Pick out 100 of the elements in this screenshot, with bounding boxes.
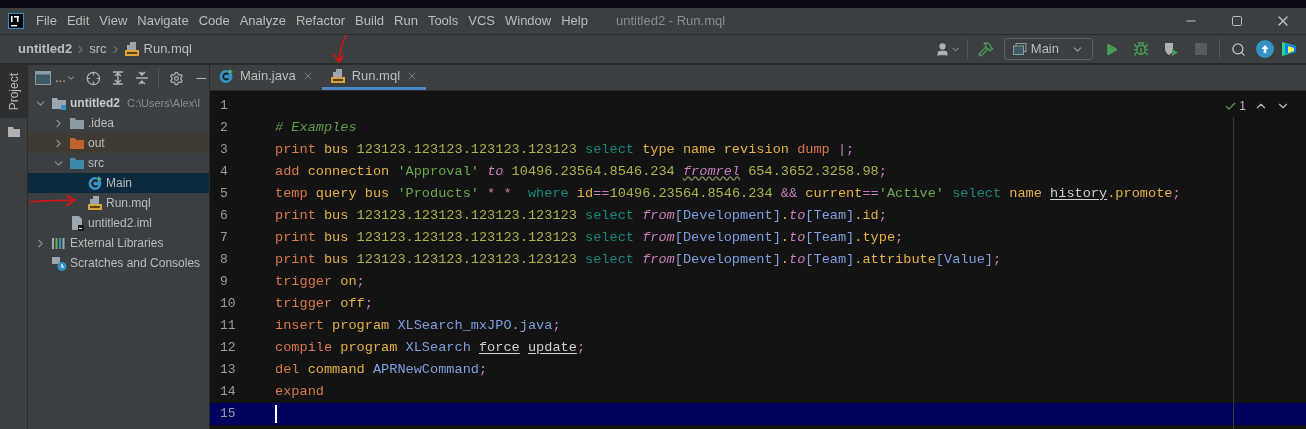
tree-item[interactable]: Main bbox=[28, 173, 209, 193]
tree-label: untitled2 bbox=[70, 95, 120, 112]
code-line: temp query bus 'Products' * * where id==10496.23564.8546.234 && current=='Active' select name history.promote; bbox=[274, 184, 1181, 203]
code-line: del command APRNewCommand; bbox=[274, 360, 488, 379]
settings-icon[interactable] bbox=[169, 70, 185, 86]
shield-play-icon bbox=[1163, 41, 1179, 57]
tree-item[interactable]: Scratches and Consoles bbox=[28, 253, 209, 273]
line-number: 14 bbox=[219, 383, 237, 402]
toolbox-logo-icon[interactable] bbox=[1280, 40, 1298, 58]
project-folder-icon bbox=[51, 95, 67, 111]
class-icon bbox=[87, 175, 103, 191]
line-number: 6 bbox=[219, 207, 229, 226]
tree-item[interactable]: src bbox=[28, 153, 209, 173]
tree-item[interactable]: untitled2.iml bbox=[28, 213, 209, 233]
tree-label: .idea bbox=[88, 115, 115, 132]
code-line: compile program XLSearch force update; bbox=[274, 338, 586, 357]
account-button[interactable] bbox=[934, 41, 961, 57]
line-number: 13 bbox=[219, 361, 237, 380]
libraries-icon bbox=[51, 235, 67, 251]
collapse-all-icon[interactable] bbox=[134, 71, 149, 85]
menu-item[interactable]: VCS bbox=[468, 11, 495, 31]
file-icon bbox=[123, 41, 140, 57]
file-icon bbox=[69, 215, 85, 231]
line-number: 5 bbox=[219, 185, 229, 204]
code-line: add connection 'Approval' to 10496.23564.8546.234 fromrel 654.3652.3258.98; bbox=[274, 162, 887, 181]
code-line: trigger on; bbox=[274, 272, 365, 291]
tree-label: External Libraries bbox=[70, 235, 164, 252]
tree-item[interactable]: External Libraries bbox=[28, 233, 209, 253]
arrow-up-icon bbox=[1260, 44, 1270, 54]
stop-square-icon bbox=[1195, 43, 1207, 55]
line-number: 8 bbox=[219, 251, 229, 270]
menu-item[interactable]: Build bbox=[355, 11, 384, 31]
menu-item[interactable]: Help bbox=[561, 11, 588, 31]
menu-item[interactable]: View bbox=[99, 11, 128, 31]
update-button[interactable] bbox=[1256, 40, 1274, 58]
windows-icon bbox=[1012, 43, 1027, 55]
code-line: expand bbox=[274, 382, 324, 401]
run-config-dropdown[interactable]: Main bbox=[1003, 38, 1093, 60]
scratches-icon bbox=[51, 255, 67, 271]
caret-icon bbox=[65, 73, 76, 83]
code-line: print bus 123123.123123.123123.123123 select from[Development].to[Team].attribute[Value]; bbox=[274, 250, 1002, 269]
code-line: print bus 123123.123123.123123.123123 select from[Development].to[Team].id; bbox=[274, 206, 887, 225]
tool-window-tab[interactable]: Project bbox=[0, 65, 27, 119]
breadcrumb[interactable]: src bbox=[89, 39, 107, 59]
breadcrumb[interactable]: untitled2 bbox=[18, 39, 73, 59]
line-number: 4 bbox=[219, 163, 229, 182]
line-number: 1 bbox=[219, 97, 229, 116]
tree-label: Main bbox=[106, 175, 132, 192]
line-number: 11 bbox=[219, 317, 237, 336]
view-mode-button[interactable]: ... bbox=[35, 68, 76, 88]
locate-icon[interactable] bbox=[85, 70, 101, 86]
maximize-icon bbox=[1231, 15, 1243, 27]
menu-item[interactable]: Analyze bbox=[239, 11, 286, 31]
code-line: print bus 123123.123123.123123.123123 select type name revision dump |; bbox=[274, 140, 855, 159]
breadcrumb[interactable]: Run.mql bbox=[123, 39, 192, 59]
tree-item[interactable]: .idea bbox=[28, 113, 209, 133]
expand-all-icon[interactable] bbox=[110, 71, 125, 85]
annotation-arrow-icon bbox=[332, 34, 350, 64]
line-number: 15 bbox=[219, 405, 237, 424]
tree-label: Run.mql bbox=[106, 195, 151, 212]
bug-icon bbox=[1133, 41, 1149, 57]
menu-item[interactable]: Code bbox=[198, 11, 230, 31]
menu-item[interactable]: Run bbox=[394, 11, 418, 31]
user-icon bbox=[934, 41, 950, 57]
folder-icon bbox=[69, 115, 85, 131]
app-logo-icon bbox=[8, 13, 24, 29]
code-line: insert program XLSearch_mxJPO.java; bbox=[274, 316, 561, 335]
structure-icon[interactable] bbox=[7, 126, 20, 139]
annotation-arrow-icon bbox=[29, 194, 77, 208]
menu-item[interactable]: Window bbox=[504, 11, 552, 31]
tree-item[interactable]: out bbox=[28, 133, 209, 153]
menu-item[interactable]: Edit bbox=[66, 11, 90, 31]
file-icon bbox=[329, 68, 346, 84]
inspection-status[interactable]: 1 bbox=[1224, 97, 1246, 115]
line-number: 12 bbox=[219, 339, 237, 358]
line-number: 3 bbox=[219, 141, 229, 160]
menu-item[interactable]: File bbox=[36, 11, 57, 31]
code-line: trigger off; bbox=[274, 294, 373, 313]
menu-item[interactable]: Refactor bbox=[295, 11, 346, 31]
line-number: 10 bbox=[219, 295, 237, 314]
hammer-icon bbox=[977, 41, 994, 57]
window-title: untitled2 - Run.mql bbox=[615, 12, 726, 31]
tree-item[interactable]: untitled2 C:\Users\Alex\I bbox=[28, 93, 209, 113]
line-number: 2 bbox=[219, 119, 229, 138]
text-cursor bbox=[275, 405, 277, 423]
menu-item[interactable]: Tools bbox=[427, 11, 459, 31]
folder-icon bbox=[69, 155, 85, 171]
tree-label: untitled2.iml bbox=[88, 215, 153, 232]
line-number: 7 bbox=[219, 229, 229, 248]
tree-label: src bbox=[88, 155, 104, 172]
class-icon bbox=[218, 68, 234, 84]
tree-label: Scratches and Consoles bbox=[70, 255, 201, 272]
menu-item[interactable]: Navigate bbox=[137, 11, 189, 31]
search-icon bbox=[1230, 41, 1246, 57]
tree-item[interactable]: Run.mql bbox=[28, 193, 209, 213]
code-line: # Examples bbox=[274, 118, 357, 137]
project-path: C:\Users\Alex\I bbox=[127, 95, 201, 111]
folder-icon bbox=[69, 135, 85, 151]
tree-label: out bbox=[88, 135, 105, 152]
line-number: 9 bbox=[219, 273, 229, 292]
